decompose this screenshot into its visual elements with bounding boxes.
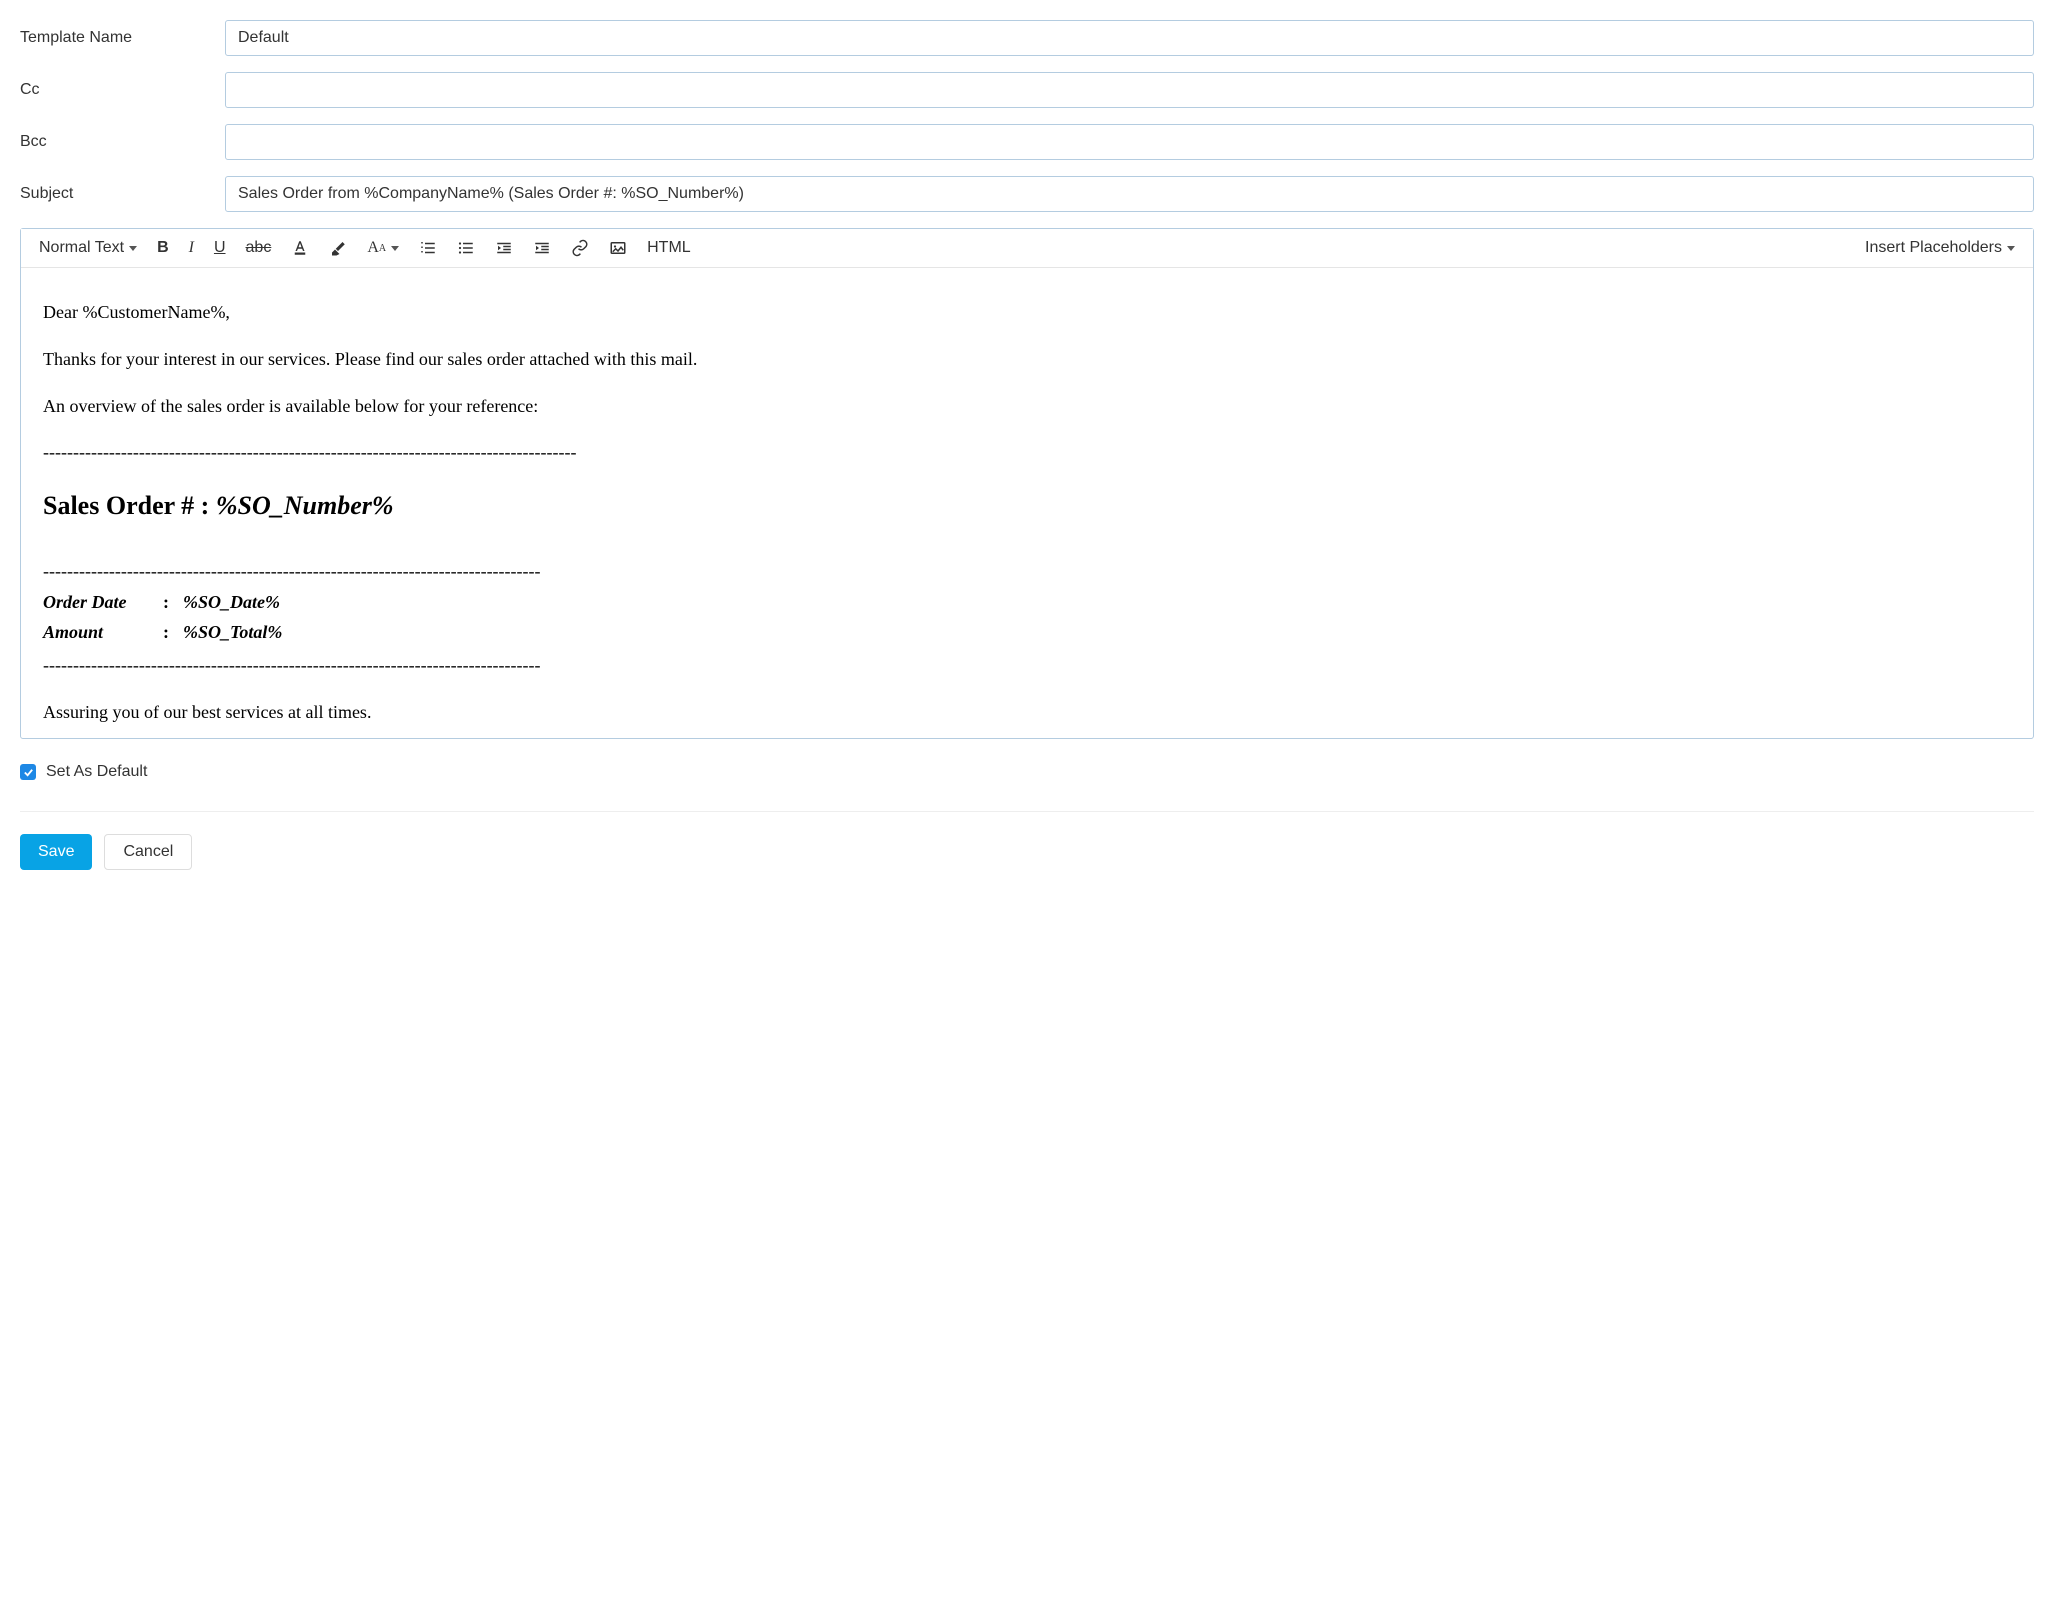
unordered-list-icon	[457, 239, 475, 257]
body-greeting: Dear %CustomerName%,	[43, 298, 2011, 327]
detail-row-amount: Amount : %SO_Total%	[43, 618, 2011, 647]
italic-button[interactable]: I	[189, 239, 194, 257]
set-default-label: Set As Default	[46, 763, 147, 781]
editor-body[interactable]: Dear %CustomerName%, Thanks for your int…	[21, 268, 2033, 738]
template-name-input[interactable]	[225, 20, 2034, 56]
order-date-label: Order Date	[43, 588, 163, 617]
cc-input[interactable]	[225, 72, 2034, 108]
body-heading-prefix: Sales Order # :	[43, 491, 216, 520]
body-closing: Assuring you of our best services at all…	[43, 698, 2011, 727]
insert-placeholders-dropdown[interactable]: Insert Placeholders	[1865, 239, 2015, 257]
html-button[interactable]: HTML	[647, 239, 691, 257]
body-divider2: ----------------------------------------…	[43, 557, 2011, 586]
amount-value: %SO_Total%	[183, 618, 282, 647]
order-date-value: %SO_Date%	[183, 588, 280, 617]
body-divider: ----------------------------------------…	[43, 438, 2011, 467]
image-icon	[609, 239, 627, 257]
detail-colon: :	[163, 588, 183, 617]
font-color-button[interactable]	[291, 239, 309, 257]
body-heading-value: %SO_Number%	[216, 491, 394, 520]
format-dropdown-label: Normal Text	[39, 239, 124, 257]
link-icon	[571, 239, 589, 257]
indent-button[interactable]	[533, 239, 551, 257]
format-dropdown[interactable]: Normal Text	[39, 239, 137, 257]
highlight-icon	[329, 239, 347, 257]
amount-label: Amount	[43, 618, 163, 647]
font-color-icon	[291, 239, 309, 257]
bcc-input[interactable]	[225, 124, 2034, 160]
editor-container: Normal Text B I U abc AA	[20, 228, 2034, 739]
body-line2: An overview of the sales order is availa…	[43, 392, 2011, 421]
indent-icon	[533, 239, 551, 257]
outdent-button[interactable]	[495, 239, 513, 257]
ordered-list-button[interactable]	[419, 239, 437, 257]
chevron-down-icon	[129, 246, 137, 251]
underline-button[interactable]: U	[214, 239, 226, 257]
highlight-button[interactable]	[329, 239, 347, 257]
footer-bar: Save Cancel	[20, 811, 2034, 870]
html-button-label: HTML	[647, 239, 691, 257]
save-button[interactable]: Save	[20, 834, 92, 870]
strikethrough-button[interactable]: abc	[246, 239, 272, 257]
outdent-icon	[495, 239, 513, 257]
body-divider3: ----------------------------------------…	[43, 651, 2011, 680]
image-button[interactable]	[609, 239, 627, 257]
subject-input[interactable]	[225, 176, 2034, 212]
editor-toolbar: Normal Text B I U abc AA	[21, 229, 2033, 268]
link-button[interactable]	[571, 239, 589, 257]
insert-placeholders-label: Insert Placeholders	[1865, 239, 2002, 257]
ordered-list-icon	[419, 239, 437, 257]
detail-colon: :	[163, 618, 183, 647]
body-line1: Thanks for your interest in our services…	[43, 345, 2011, 374]
chevron-down-icon	[391, 246, 399, 251]
cancel-button[interactable]: Cancel	[104, 834, 192, 870]
chevron-down-icon	[2007, 246, 2015, 251]
bold-button[interactable]: B	[157, 239, 169, 257]
bcc-label: Bcc	[20, 133, 225, 151]
unordered-list-button[interactable]	[457, 239, 475, 257]
subject-label: Subject	[20, 185, 225, 203]
font-size-dropdown[interactable]: AA	[367, 239, 399, 257]
body-heading: Sales Order # : %SO_Number%	[43, 485, 2011, 527]
check-icon	[23, 767, 34, 778]
set-default-checkbox[interactable]	[20, 764, 36, 780]
template-name-label: Template Name	[20, 29, 225, 47]
cc-label: Cc	[20, 81, 225, 99]
detail-row-order-date: Order Date : %SO_Date%	[43, 588, 2011, 617]
